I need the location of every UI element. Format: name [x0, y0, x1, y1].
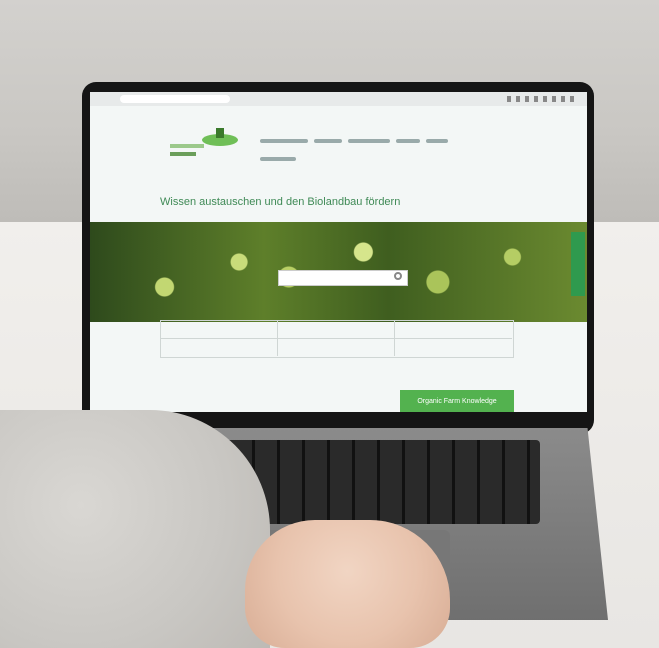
laptop-screen: Wissen austauschen und den Biolandbau fö… — [90, 92, 587, 412]
browser-toolbar — [90, 92, 587, 106]
page-heading: Wissen austauschen und den Biolandbau fö… — [160, 196, 401, 208]
search-input — [278, 270, 408, 286]
search-icon — [394, 272, 402, 280]
address-bar — [120, 95, 230, 103]
organic-farm-knowledge-button: Organic Farm Knowledge — [400, 390, 514, 412]
social-icons — [571, 232, 585, 296]
hand — [245, 520, 450, 648]
category-grid — [160, 320, 514, 358]
photo-scene: Wissen austauschen und den Biolandbau fö… — [0, 0, 659, 648]
main-navigation — [260, 138, 500, 162]
sweater-sleeve — [0, 410, 270, 648]
organic-farm-knowledge-logo — [170, 128, 238, 156]
browser-icons — [507, 96, 577, 102]
